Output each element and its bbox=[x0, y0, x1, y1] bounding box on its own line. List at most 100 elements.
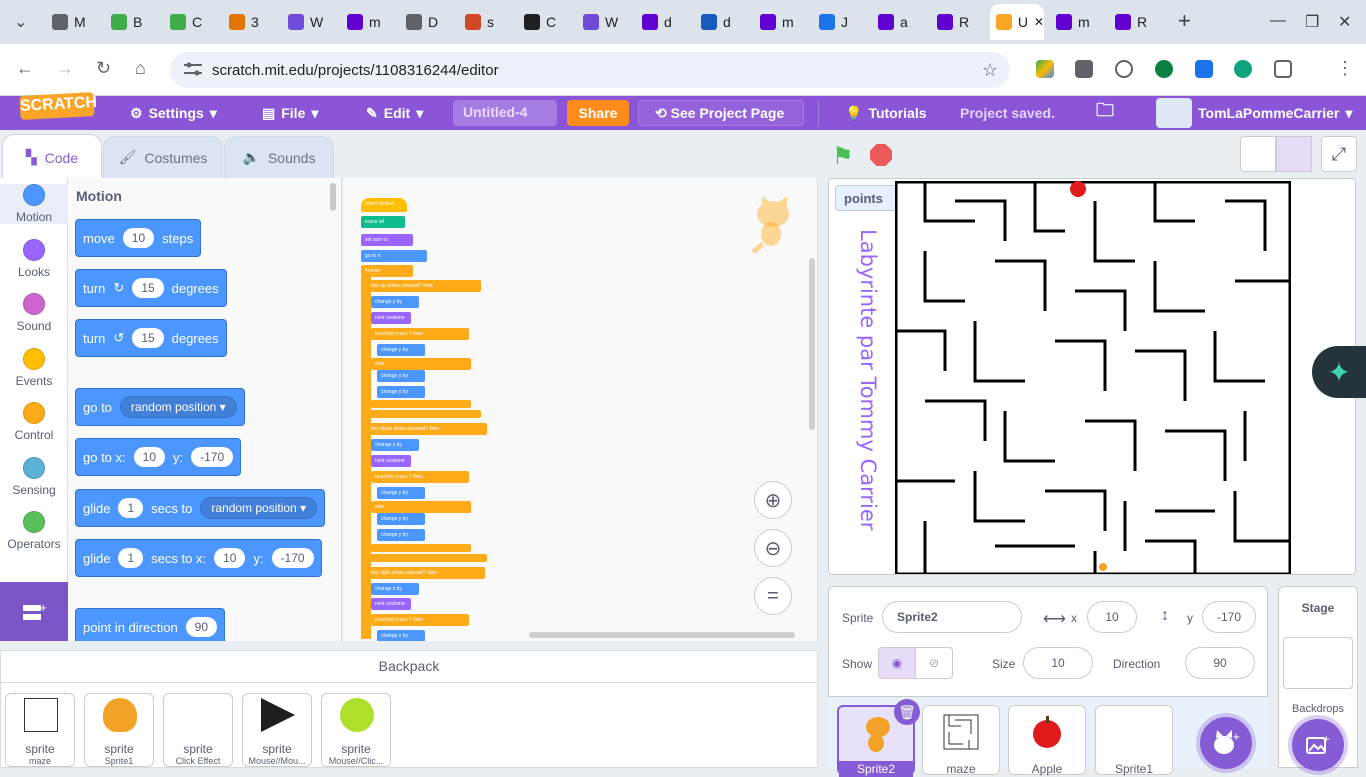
close-window-icon[interactable]: ✕ bbox=[1338, 12, 1351, 32]
go-to-block[interactable]: go to random position ▾ bbox=[75, 388, 245, 426]
hide-eye-icon[interactable]: ⊘ bbox=[915, 647, 953, 679]
backpack-item[interactable]: sprite maze bbox=[5, 693, 75, 767]
glide-random-block[interactable]: glide 1 secs to random position ▾ bbox=[75, 489, 326, 527]
if-right-arrow-block[interactable]: key right arrow pressed? then bbox=[367, 567, 485, 579]
category-sound[interactable]: Sound bbox=[0, 293, 68, 333]
edit-menu[interactable]: ✎ Edit ▾ bbox=[366, 96, 423, 130]
backpack-item[interactable]: sprite Click Effect bbox=[163, 693, 233, 767]
script-area[interactable]: when clicked erase all set size to go to… bbox=[343, 178, 818, 641]
apple-sprite[interactable] bbox=[1070, 181, 1086, 197]
browser-tab[interactable]: m bbox=[341, 8, 397, 36]
category-sensing[interactable]: Sensing bbox=[0, 456, 68, 497]
secs-input[interactable]: 1 bbox=[118, 548, 144, 568]
change-y-block[interactable]: change y by bbox=[377, 370, 425, 382]
tab-search-icon[interactable]: ⌄ bbox=[14, 12, 27, 32]
else-block[interactable]: else bbox=[371, 358, 471, 370]
extension-icon[interactable] bbox=[1195, 60, 1213, 78]
stage-selector[interactable]: Stage Backdrops + bbox=[1278, 586, 1358, 771]
category-motion[interactable]: Motion bbox=[0, 184, 68, 224]
account-menu[interactable]: TomLaPommeCarrier ▾ bbox=[1156, 96, 1352, 130]
extension-icon[interactable] bbox=[1115, 60, 1133, 78]
extension-icon[interactable] bbox=[1075, 60, 1093, 78]
change-y-block[interactable]: change y by bbox=[377, 386, 425, 398]
secs-input[interactable]: 1 bbox=[118, 498, 144, 518]
next-costume-block[interactable]: next costume bbox=[371, 312, 411, 324]
browser-tab[interactable]: d bbox=[695, 8, 751, 36]
sprite-tile-maze[interactable]: maze bbox=[922, 705, 1000, 776]
scratch-logo[interactable]: SCRATCH bbox=[19, 92, 97, 120]
browser-tab[interactable]: D bbox=[400, 8, 456, 36]
point-direction-block[interactable]: point in direction 90 bbox=[75, 608, 226, 641]
maze-sprite[interactable] bbox=[895, 181, 1291, 575]
close-tab-icon[interactable]: ✕ bbox=[1034, 15, 1044, 29]
forward-icon[interactable]: → bbox=[56, 58, 74, 79]
backpack-item[interactable]: sprite Sprite1 bbox=[84, 693, 154, 767]
fullscreen-button[interactable]: ⤢ bbox=[1321, 136, 1357, 172]
stage-thumbnail[interactable] bbox=[1283, 637, 1353, 689]
sprite-tile-sprite1[interactable]: Sprite1 bbox=[1095, 705, 1173, 776]
direction-input[interactable]: 90 bbox=[185, 617, 218, 637]
category-control[interactable]: Control bbox=[0, 402, 68, 442]
normal-stage-button[interactable] bbox=[1276, 136, 1312, 172]
settings-menu[interactable]: ⚙ Settings ▾ bbox=[130, 96, 217, 130]
new-tab-button[interactable]: + bbox=[1178, 8, 1191, 34]
browser-tab[interactable]: R bbox=[931, 8, 987, 36]
share-button[interactable]: Share bbox=[567, 100, 629, 126]
choose-backdrop-button[interactable]: + bbox=[1292, 719, 1344, 771]
assistant-extension-icon[interactable]: ✦ bbox=[1312, 346, 1366, 398]
cat-sprite[interactable] bbox=[1099, 563, 1107, 571]
position-dropdown[interactable]: random position ▾ bbox=[119, 396, 237, 418]
turn-right-block[interactable]: turn ↻ 15 degrees bbox=[75, 269, 227, 307]
back-icon[interactable]: ← bbox=[16, 58, 34, 79]
browser-tab[interactable]: U ✕ bbox=[990, 4, 1044, 40]
steps-input[interactable]: 10 bbox=[122, 228, 155, 248]
change-y-block[interactable]: change y by bbox=[371, 439, 419, 451]
backpack-item[interactable]: sprite Mouse//Clic... bbox=[321, 693, 391, 767]
vertical-scrollbar[interactable] bbox=[809, 258, 815, 430]
browser-tab[interactable]: C bbox=[164, 8, 220, 36]
restore-icon[interactable]: ❐ bbox=[1305, 12, 1319, 32]
degrees-input[interactable]: 15 bbox=[132, 328, 164, 348]
stop-icon[interactable] bbox=[870, 144, 892, 166]
show-visible-eye-icon[interactable]: ◉ bbox=[878, 647, 916, 679]
minimize-icon[interactable]: — bbox=[1270, 12, 1286, 30]
extension-icon[interactable] bbox=[1155, 60, 1173, 78]
backpack-header[interactable]: Backpack bbox=[1, 651, 817, 683]
forever-block[interactable]: forever bbox=[361, 265, 413, 277]
browser-tab[interactable]: J bbox=[813, 8, 869, 36]
palette-scrollbar[interactable] bbox=[330, 183, 336, 211]
zoom-out-button[interactable]: ⊖ bbox=[754, 529, 792, 567]
go-to-xy-script-block[interactable]: go to x: bbox=[361, 250, 427, 262]
else-block[interactable]: else bbox=[371, 501, 471, 513]
url-field[interactable]: scratch.mit.edu/projects/1108316244/edit… bbox=[170, 52, 1010, 88]
browser-tab[interactable]: B bbox=[105, 8, 161, 36]
browser-tab[interactable]: 3 bbox=[223, 8, 279, 36]
if-touching-block[interactable]: touching maze ? then bbox=[371, 614, 469, 626]
sprite-tile-apple[interactable]: Apple bbox=[1008, 705, 1086, 776]
go-to-xy-block[interactable]: go to x: 10 y: -170 bbox=[75, 438, 242, 476]
chatgpt-extension-icon[interactable] bbox=[1234, 60, 1252, 78]
browser-tab[interactable]: m bbox=[1050, 8, 1106, 36]
browser-tab[interactable]: W bbox=[577, 8, 633, 36]
green-flag-icon[interactable]: ⚑ bbox=[832, 142, 854, 171]
x-input[interactable]: 10 bbox=[133, 447, 165, 467]
choose-sprite-button[interactable]: + bbox=[1200, 717, 1252, 769]
y-input[interactable]: -170 bbox=[271, 548, 314, 568]
tab-code[interactable]: ▚ Code bbox=[2, 134, 102, 180]
direction-input[interactable]: 90 bbox=[1185, 647, 1255, 679]
reset-zoom-button[interactable]: = bbox=[754, 577, 792, 615]
change-y-block[interactable]: change y by bbox=[377, 344, 425, 356]
category-events[interactable]: Events bbox=[0, 347, 68, 388]
browser-tab[interactable]: R bbox=[1109, 8, 1165, 36]
next-costume-block[interactable]: next costume bbox=[371, 598, 411, 610]
browser-tab[interactable]: C bbox=[518, 8, 574, 36]
change-x-block[interactable]: change x by bbox=[371, 583, 419, 595]
my-stuff-folder-icon[interactable]: 🗀 bbox=[1096, 96, 1114, 130]
file-menu[interactable]: ▤ File ▾ bbox=[262, 96, 318, 130]
site-settings-icon[interactable] bbox=[184, 62, 202, 76]
tab-costumes[interactable]: 🖌 Costumes bbox=[103, 136, 223, 178]
browser-tab[interactable]: a bbox=[872, 8, 928, 36]
degrees-input[interactable]: 15 bbox=[132, 278, 164, 298]
category-looks[interactable]: Looks bbox=[0, 238, 68, 279]
move-steps-block[interactable]: move 10 steps bbox=[75, 219, 202, 257]
